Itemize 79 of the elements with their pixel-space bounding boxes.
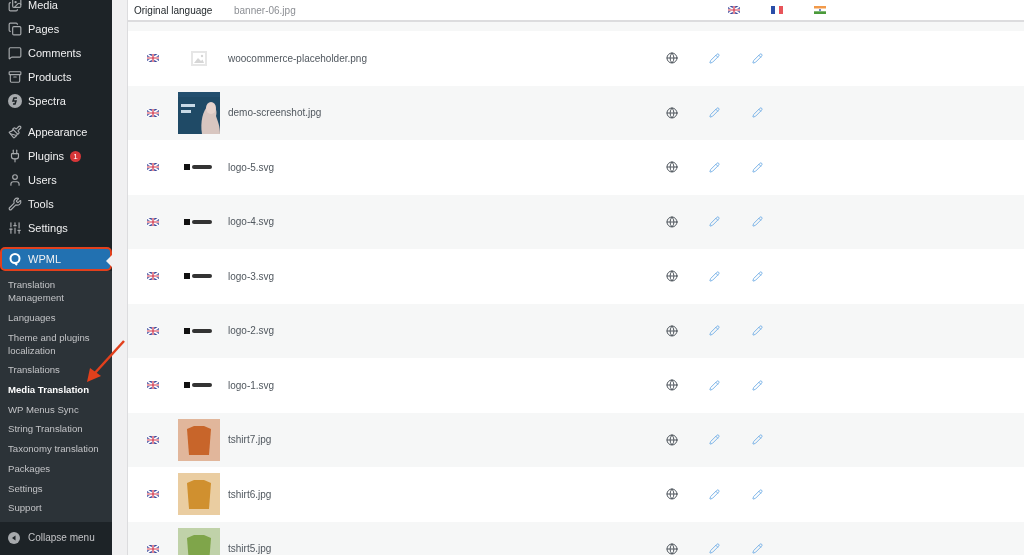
menu-item[interactable]: Users <box>0 168 112 192</box>
menu-item[interactable]: Media <box>0 0 112 17</box>
edit-icon[interactable] <box>709 161 720 173</box>
submenu-item[interactable]: Taxonomy translation <box>0 438 112 459</box>
file-name: tshirt5.jpg <box>228 543 273 555</box>
menu-icon <box>8 0 22 12</box>
edit-icon[interactable] <box>752 107 763 119</box>
file-name: logo-3.svg <box>228 270 276 282</box>
edit-icon[interactable] <box>709 434 720 446</box>
file-name: tshirt7.jpg <box>228 434 273 446</box>
menu-icon <box>8 221 22 235</box>
file-name: banner-06.jpg <box>234 4 297 16</box>
edit-icon[interactable] <box>752 379 763 391</box>
menu-icon <box>8 149 22 163</box>
menu-item[interactable]: Settings <box>0 216 112 240</box>
menu-label: Plugins <box>28 150 65 162</box>
edit-icon[interactable] <box>752 161 763 173</box>
menu-label: Comments <box>28 47 82 59</box>
menu-label: Settings <box>28 222 68 234</box>
menu-label: Pages <box>28 23 60 35</box>
submenu-item[interactable]: WP Menus Sync <box>0 399 112 420</box>
menu-label: Tools <box>28 198 54 210</box>
edit-icon[interactable] <box>752 325 763 337</box>
update-count-badge: 1 <box>70 150 82 162</box>
edit-icon[interactable] <box>709 216 720 228</box>
wpml-logo-icon <box>8 252 22 266</box>
file-name: logo-5.svg <box>228 161 276 173</box>
submenu-item[interactable]: String Translation <box>0 419 112 439</box>
collapse-menu-button[interactable]: Collapse menu <box>0 525 112 550</box>
edit-icon[interactable] <box>752 488 763 500</box>
submenu-item[interactable]: Theme and plugins localization <box>0 327 112 361</box>
menu-item[interactable]: Plugins 1 <box>0 144 112 168</box>
submenu-item[interactable]: Languages <box>0 307 112 328</box>
file-name: logo-2.svg <box>228 325 276 337</box>
menu-item[interactable]: WPML <box>0 247 112 271</box>
menu-label: Appearance <box>28 126 88 138</box>
menu-icon <box>8 70 22 84</box>
edit-icon[interactable] <box>752 543 763 555</box>
s-logo-icon <box>8 94 22 108</box>
file-name: tshirt6.jpg <box>228 488 273 500</box>
menu-item[interactable]: Spectra <box>0 89 112 113</box>
menu-icon <box>8 173 22 187</box>
file-name: woocommerce-placeholder.png <box>228 52 368 64</box>
edit-icon[interactable] <box>709 488 720 500</box>
edit-icon[interactable] <box>709 270 720 282</box>
menu-icon <box>8 22 22 36</box>
edit-icon[interactable] <box>709 379 720 391</box>
menu-item[interactable]: Tools <box>0 192 112 216</box>
menu-item[interactable]: Products <box>0 65 112 89</box>
edit-icon[interactable] <box>752 434 763 446</box>
file-name: logo-4.svg <box>228 216 276 228</box>
submenu-item[interactable]: Media Translation <box>0 379 112 400</box>
file-name: demo-screenshot.jpg <box>228 107 323 119</box>
edit-icon[interactable] <box>709 52 720 64</box>
menu-label: WPML <box>28 253 61 265</box>
menu-label: Spectra <box>28 95 66 107</box>
submenu-item[interactable]: Settings <box>0 478 112 498</box>
submenu-item[interactable]: Translations <box>0 360 112 380</box>
edit-icon[interactable] <box>709 107 720 119</box>
menu-icon <box>8 197 22 211</box>
file-name: logo-1.svg <box>228 379 276 391</box>
edit-icon[interactable] <box>709 543 720 555</box>
submenu-item[interactable]: Support <box>0 497 112 518</box>
menu-icon <box>8 46 22 60</box>
menu-item[interactable]: Pages <box>0 17 112 41</box>
menu-label: Media <box>28 0 58 11</box>
edit-icon[interactable] <box>709 325 720 337</box>
submenu-item[interactable]: Translation Management <box>0 275 112 308</box>
edit-icon[interactable] <box>752 52 763 64</box>
menu-item[interactable]: Comments <box>0 41 112 65</box>
menu-label: Users <box>28 174 57 186</box>
submenu-item[interactable]: Packages <box>0 458 112 479</box>
edit-icon[interactable] <box>752 216 763 228</box>
menu-label: Products <box>28 71 72 83</box>
column-header: Original language <box>133 4 214 16</box>
menu-item[interactable]: Appearance <box>0 120 112 144</box>
collapse-icon <box>8 531 20 544</box>
menu-icon <box>8 125 22 139</box>
edit-icon[interactable] <box>752 270 763 282</box>
